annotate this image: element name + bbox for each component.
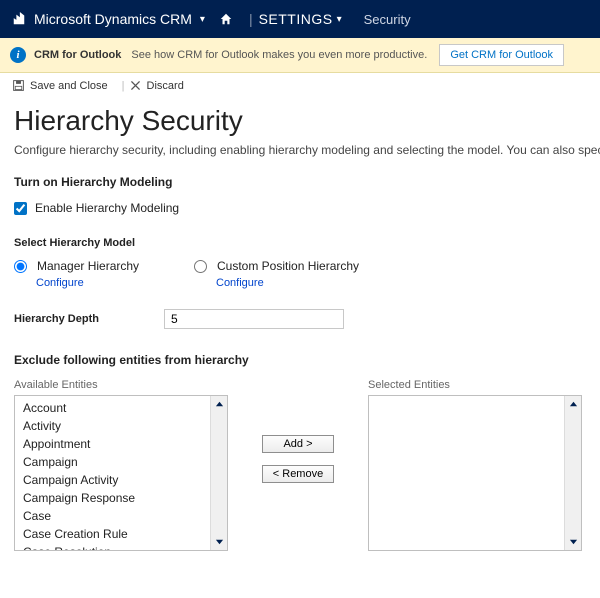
custom-position-radio[interactable]	[194, 260, 207, 273]
scroll-down-icon[interactable]	[211, 533, 227, 550]
hierarchy-depth-label: Hierarchy Depth	[14, 313, 164, 325]
list-item[interactable]: Campaign Activity	[21, 471, 221, 489]
list-item[interactable]: Case Creation Rule	[21, 525, 221, 543]
manager-hierarchy-option[interactable]: Manager Hierarchy	[14, 259, 194, 273]
promo-title: CRM for Outlook	[34, 49, 121, 61]
configure-custom-link[interactable]: Configure	[216, 277, 264, 289]
toolbar-separator: |	[122, 80, 125, 92]
exclude-heading: Exclude following entities from hierarch…	[14, 353, 586, 367]
list-item[interactable]: Appointment	[21, 435, 221, 453]
scroll-down-icon[interactable]	[565, 533, 581, 550]
custom-position-label: Custom Position Hierarchy	[217, 259, 359, 273]
available-scrollbar[interactable]	[210, 396, 227, 550]
page-title: Hierarchy Security	[14, 105, 586, 137]
home-icon[interactable]	[219, 12, 233, 26]
close-icon	[129, 79, 142, 92]
list-item[interactable]: Case	[21, 507, 221, 525]
nav-security[interactable]: Security	[364, 12, 411, 27]
manager-hierarchy-radio[interactable]	[14, 260, 27, 273]
manager-hierarchy-label: Manager Hierarchy	[37, 259, 139, 273]
chevron-down-icon[interactable]: ▾	[200, 14, 205, 25]
enable-hierarchy-label[interactable]: Enable Hierarchy Modeling	[35, 201, 179, 215]
select-model-heading: Select Hierarchy Model	[14, 237, 586, 249]
custom-position-option[interactable]: Custom Position Hierarchy	[194, 259, 374, 273]
main-content: Hierarchy Security Configure hierarchy s…	[0, 99, 600, 565]
hierarchy-depth-input[interactable]	[164, 309, 344, 329]
chevron-down-icon[interactable]: ▾	[337, 14, 342, 25]
available-entities-label: Available Entities	[14, 379, 228, 391]
list-item[interactable]: Campaign	[21, 453, 221, 471]
selected-entities-listbox[interactable]	[368, 395, 582, 551]
list-item[interactable]: Case Resolution	[21, 543, 221, 551]
promo-subtitle: See how CRM for Outlook makes you even m…	[131, 49, 427, 61]
info-icon: i	[10, 47, 26, 63]
add-button[interactable]: Add >	[262, 435, 334, 453]
list-item[interactable]: Campaign Response	[21, 489, 221, 507]
list-item[interactable]: Account	[21, 399, 221, 417]
scroll-up-icon[interactable]	[565, 396, 581, 413]
save-and-close-button[interactable]: Save and Close	[12, 79, 108, 92]
crm-logo-icon	[12, 12, 26, 26]
scroll-up-icon[interactable]	[211, 396, 227, 413]
remove-button[interactable]: < Remove	[262, 465, 334, 483]
nav-divider: |	[249, 11, 253, 27]
save-icon	[12, 79, 25, 92]
get-crm-outlook-button[interactable]: Get CRM for Outlook	[439, 44, 564, 66]
turnon-heading: Turn on Hierarchy Modeling	[14, 175, 586, 189]
selected-entities-label: Selected Entities	[368, 379, 582, 391]
discard-label: Discard	[147, 80, 184, 92]
configure-manager-link[interactable]: Configure	[36, 277, 84, 289]
list-item[interactable]: Activity	[21, 417, 221, 435]
save-label: Save and Close	[30, 80, 108, 92]
brand-label[interactable]: Microsoft Dynamics CRM	[34, 11, 192, 27]
form-toolbar: Save and Close | Discard	[0, 73, 600, 99]
selected-scrollbar[interactable]	[564, 396, 581, 550]
available-entities-listbox[interactable]: AccountActivityAppointmentCampaignCampai…	[14, 395, 228, 551]
global-nav: Microsoft Dynamics CRM ▾ | SETTINGS ▾ Se…	[0, 0, 600, 38]
nav-settings[interactable]: SETTINGS	[259, 11, 333, 27]
enable-hierarchy-checkbox[interactable]	[14, 202, 27, 215]
page-description: Configure hierarchy security, including …	[14, 143, 586, 157]
outlook-promo-bar: i CRM for Outlook See how CRM for Outloo…	[0, 38, 600, 73]
discard-button[interactable]: Discard	[129, 79, 184, 92]
